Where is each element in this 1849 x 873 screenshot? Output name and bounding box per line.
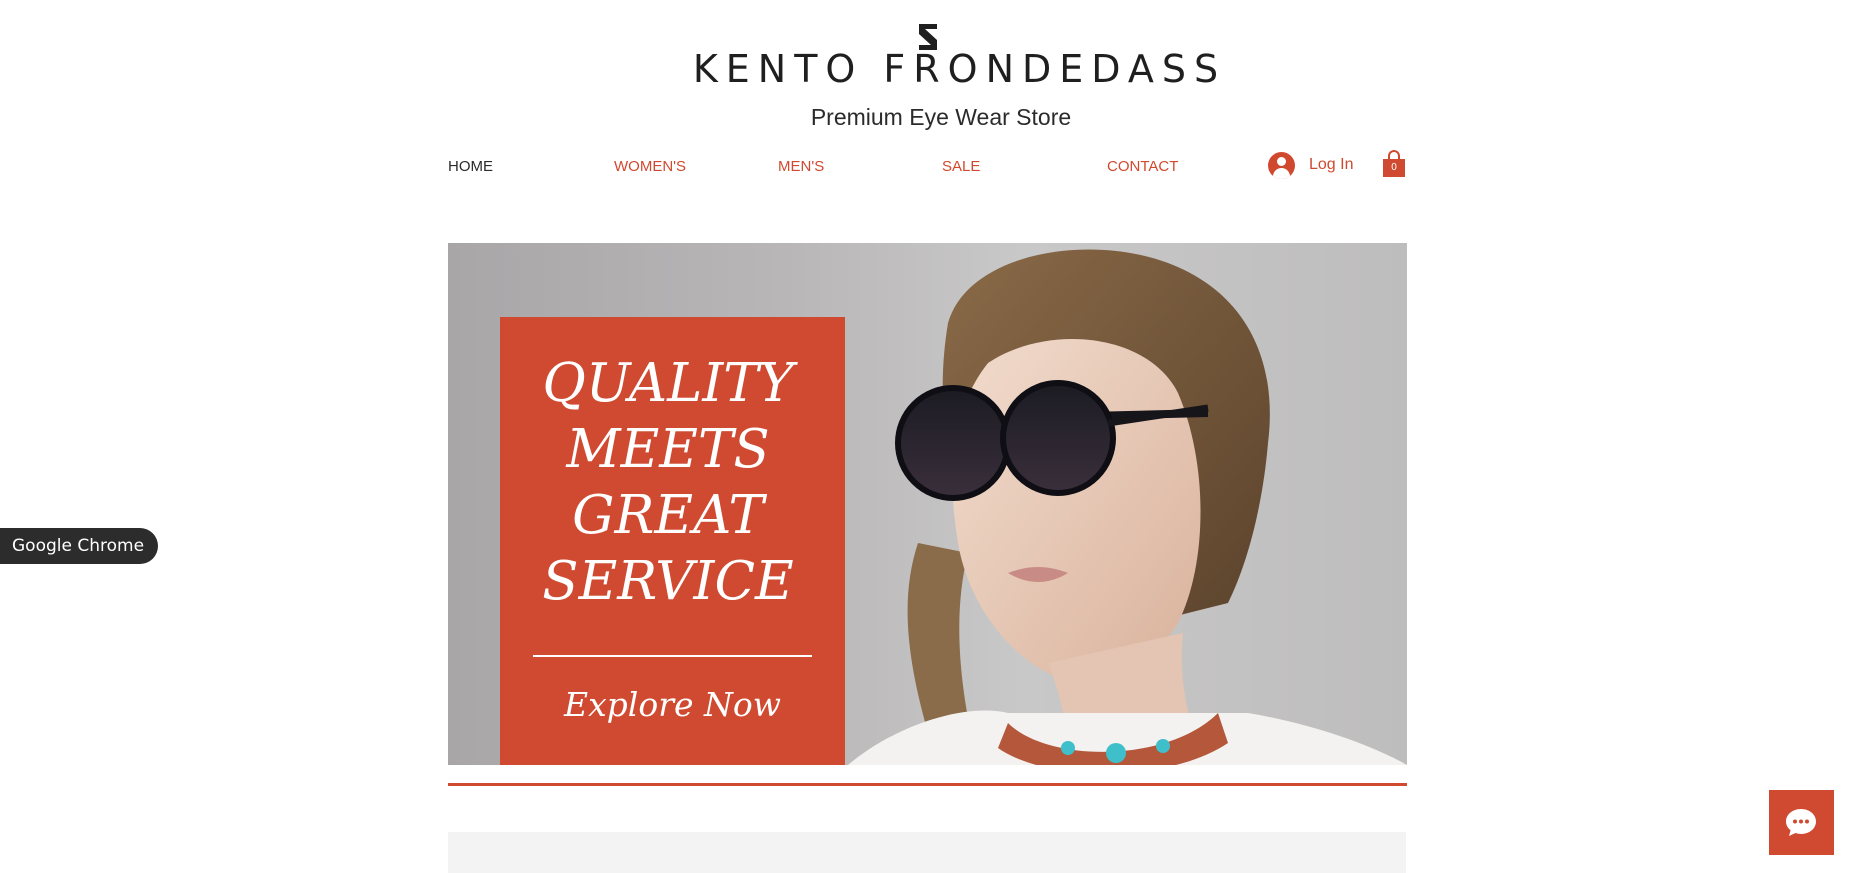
nav-item-home[interactable]: HOME xyxy=(448,157,493,177)
nav-item-contact[interactable]: CONTACT xyxy=(1107,157,1178,177)
login-button[interactable]: Log In xyxy=(1268,150,1353,180)
login-label: Log In xyxy=(1309,156,1354,173)
tagline: Premium Eye Wear Store xyxy=(810,104,1072,130)
main-nav: HOME WOMEN'S MEN'S SALE CONTACT xyxy=(0,157,1849,177)
chrome-badge[interactable]: Google Chrome xyxy=(0,528,159,564)
cart-count: 0 xyxy=(1391,162,1397,173)
hero-banner: QUALITY MEETS GREAT SERVICE Explore Now xyxy=(448,243,1407,765)
cart-button[interactable]: 0 xyxy=(1382,150,1406,178)
user-avatar-icon xyxy=(1268,151,1295,179)
nav-item-sale[interactable]: SALE xyxy=(942,157,980,177)
section-divider xyxy=(448,783,1407,786)
explore-now-link[interactable]: Explore Now xyxy=(533,685,812,725)
content-strip xyxy=(448,832,1406,873)
hero-promo-card: QUALITY MEETS GREAT SERVICE Explore Now xyxy=(500,317,845,765)
brand-name[interactable]: KENTO FRONDEDASS xyxy=(0,47,1849,91)
nav-item-mens[interactable]: MEN'S xyxy=(778,157,824,177)
chat-button[interactable] xyxy=(1769,790,1834,855)
hero-title: QUALITY MEETS GREAT SERVICE xyxy=(542,353,794,612)
hero-divider xyxy=(533,655,812,657)
nav-item-womens[interactable]: WOMEN'S xyxy=(614,157,686,177)
chat-bubble-icon xyxy=(1786,809,1816,836)
